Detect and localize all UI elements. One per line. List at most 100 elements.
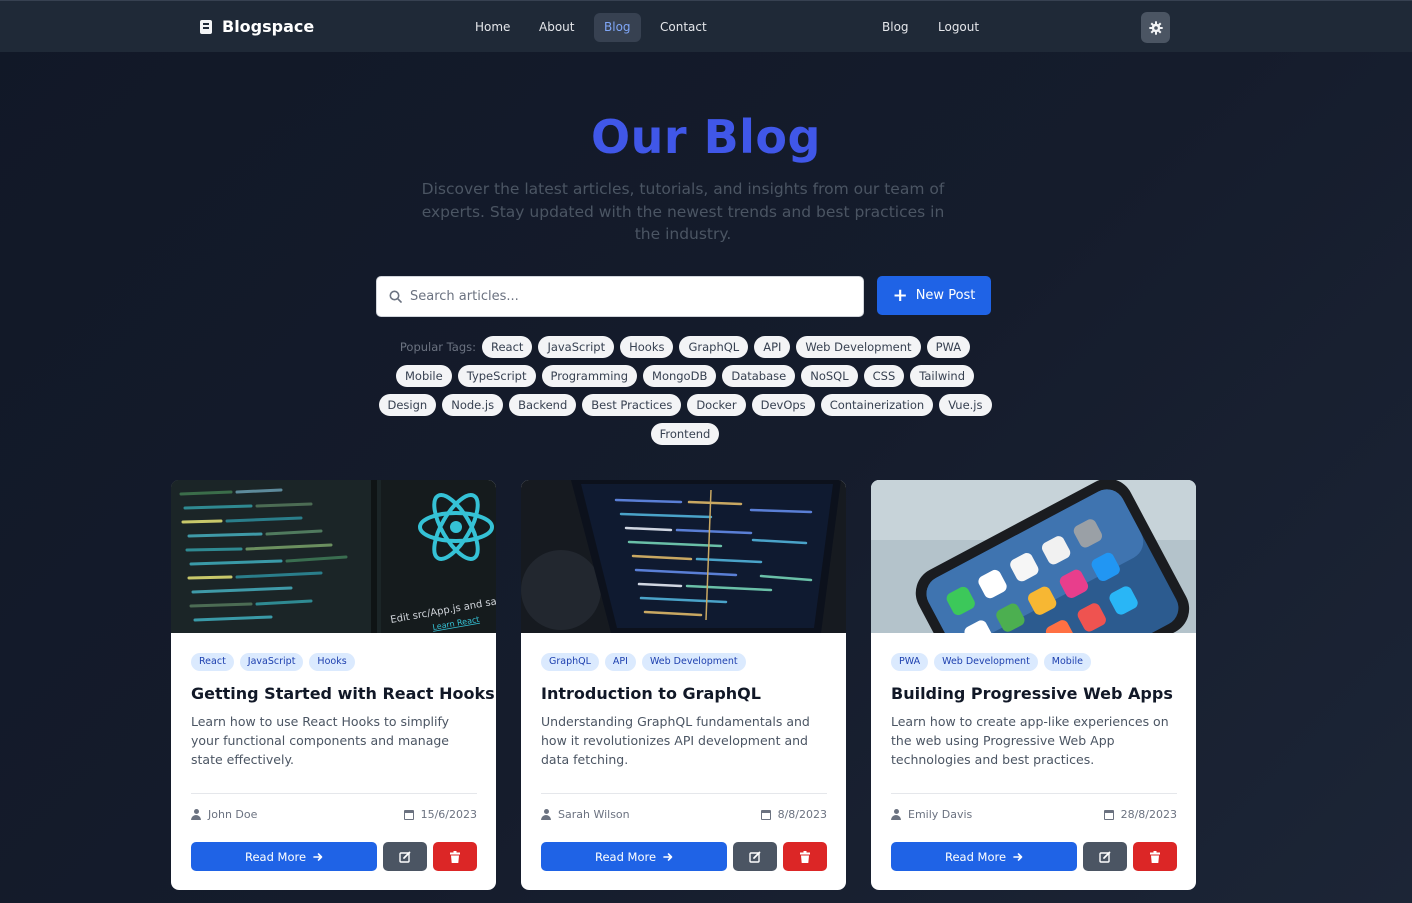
post-title[interactable]: Introduction to GraphQL (541, 684, 827, 703)
post-title[interactable]: Getting Started with React Hooks (191, 684, 495, 703)
post-tag[interactable]: React (191, 653, 234, 671)
arrow-right-icon (1013, 852, 1023, 861)
edit-icon (399, 851, 411, 863)
navbar: Blogspace Home About Blog Contact Blog L… (0, 0, 1412, 52)
trash-icon (1150, 850, 1160, 863)
theme-toggle-button[interactable] (1141, 12, 1170, 43)
gear-icon (1148, 20, 1163, 35)
arrow-right-icon (663, 852, 673, 861)
post-card: Edit src/App.js and save to reload. Lear… (171, 480, 496, 890)
plus-icon: + (892, 284, 908, 306)
read-more-label: Read More (244, 849, 307, 864)
nav-link-about[interactable]: About (529, 13, 584, 42)
post-tag[interactable]: API (604, 653, 636, 671)
read-more-label: Read More (944, 849, 1007, 864)
read-more-label: Read More (594, 849, 657, 864)
tag-css[interactable]: CSS (863, 365, 905, 387)
trash-icon (450, 850, 460, 863)
edit-icon (1099, 851, 1111, 863)
edit-button[interactable] (1083, 842, 1127, 871)
post-tag[interactable]: Web Development (641, 653, 746, 671)
tag-design[interactable]: Design (378, 394, 437, 416)
post-tag[interactable]: Mobile (1043, 653, 1091, 671)
post-card: GraphQL API Web Development Introduction… (521, 480, 846, 890)
edit-icon (749, 851, 761, 863)
post-tags: GraphQL API Web Development (541, 653, 827, 671)
tag-programming[interactable]: Programming (541, 365, 638, 387)
nav-link-contact[interactable]: Contact (650, 13, 717, 42)
post-image-react: Edit src/App.js and save to reload. Lear… (171, 480, 496, 633)
post-tag[interactable]: Web Development (934, 653, 1038, 671)
tag-graphql[interactable]: GraphQL (679, 336, 749, 358)
delete-button[interactable] (783, 842, 827, 871)
tag-mongodb[interactable]: MongoDB (643, 365, 717, 387)
tag-hooks[interactable]: Hooks (620, 336, 674, 358)
brand-link[interactable]: Blogspace (200, 17, 314, 36)
calendar-icon (403, 809, 414, 820)
tag-docker[interactable]: Docker (687, 394, 746, 416)
tag-nosql[interactable]: NoSQL (801, 365, 858, 387)
post-image-phone (871, 480, 1196, 633)
delete-button[interactable] (1133, 842, 1177, 871)
read-more-button[interactable]: Read More (541, 842, 727, 871)
page-subtitle: Discover the latest articles, tutorials,… (421, 180, 945, 243)
post-tag[interactable]: GraphQL (541, 653, 599, 671)
popular-tags: Popular Tags: React JavaScript Hooks Gra… (370, 336, 1000, 445)
post-card: PWA Web Development Mobile Building Prog… (871, 480, 1196, 890)
popular-tags-label: Popular Tags: (399, 340, 476, 354)
page-title: Our Blog (591, 110, 821, 164)
calendar-icon (1103, 809, 1114, 820)
calendar-icon (760, 809, 771, 820)
edit-button[interactable] (733, 842, 777, 871)
read-more-button[interactable]: Read More (191, 842, 377, 871)
tag-react[interactable]: React (482, 336, 533, 358)
delete-button[interactable] (433, 842, 477, 871)
post-date: 15/6/2023 (420, 808, 477, 821)
tag-vuejs[interactable]: Vue.js (939, 394, 992, 416)
post-author: Emily Davis (908, 808, 973, 821)
tag-api[interactable]: API (754, 336, 791, 358)
post-title[interactable]: Building Progressive Web Apps (891, 684, 1177, 703)
nav-link-home[interactable]: Home (465, 13, 520, 42)
tag-tailwind[interactable]: Tailwind (910, 365, 975, 387)
tag-pwa[interactable]: PWA (926, 336, 971, 358)
post-tag[interactable]: Hooks (309, 653, 355, 671)
tag-typescript[interactable]: TypeScript (457, 365, 536, 387)
post-author: Sarah Wilson (558, 808, 630, 821)
tag-containerization[interactable]: Containerization (820, 394, 934, 416)
tag-web-development[interactable]: Web Development (796, 336, 921, 358)
post-description: Learn how to create app-like experiences… (891, 714, 1169, 767)
post-date: 28/8/2023 (1120, 808, 1177, 821)
book-icon (200, 19, 212, 34)
post-tags: React JavaScript Hooks (191, 653, 477, 671)
tag-mobile[interactable]: Mobile (395, 365, 452, 387)
user-icon (541, 809, 551, 820)
nav-link-blog[interactable]: Blog (594, 13, 641, 42)
post-tags: PWA Web Development Mobile (891, 653, 1177, 671)
edit-button[interactable] (383, 842, 427, 871)
post-date: 8/8/2023 (777, 808, 827, 821)
read-more-button[interactable]: Read More (891, 842, 1077, 871)
arrow-right-icon (313, 852, 323, 861)
tag-backend[interactable]: Backend (509, 394, 577, 416)
tag-frontend[interactable]: Frontend (650, 423, 720, 445)
post-tag[interactable]: JavaScript (239, 653, 304, 671)
new-post-button[interactable]: + New Post (877, 276, 991, 315)
tag-javascript[interactable]: JavaScript (538, 336, 615, 358)
post-author: John Doe (208, 808, 258, 821)
trash-icon (800, 850, 810, 863)
tag-best-practices[interactable]: Best Practices (582, 394, 682, 416)
brand-name: Blogspace (222, 17, 315, 36)
post-image-code-laptop (521, 480, 846, 633)
tag-database[interactable]: Database (722, 365, 796, 387)
post-description: Learn how to use React Hooks to simplify… (191, 714, 450, 767)
search-icon (389, 290, 402, 303)
nav-link-blog-right[interactable]: Blog (872, 13, 919, 42)
post-tag[interactable]: PWA (891, 653, 929, 671)
search-input[interactable] (410, 289, 830, 304)
nav-link-logout[interactable]: Logout (928, 13, 989, 42)
tag-nodejs[interactable]: Node.js (442, 394, 504, 416)
tag-devops[interactable]: DevOps (751, 394, 815, 416)
post-meta: Emily Davis 28/8/2023 (891, 793, 1177, 821)
search-box[interactable] (376, 276, 864, 317)
